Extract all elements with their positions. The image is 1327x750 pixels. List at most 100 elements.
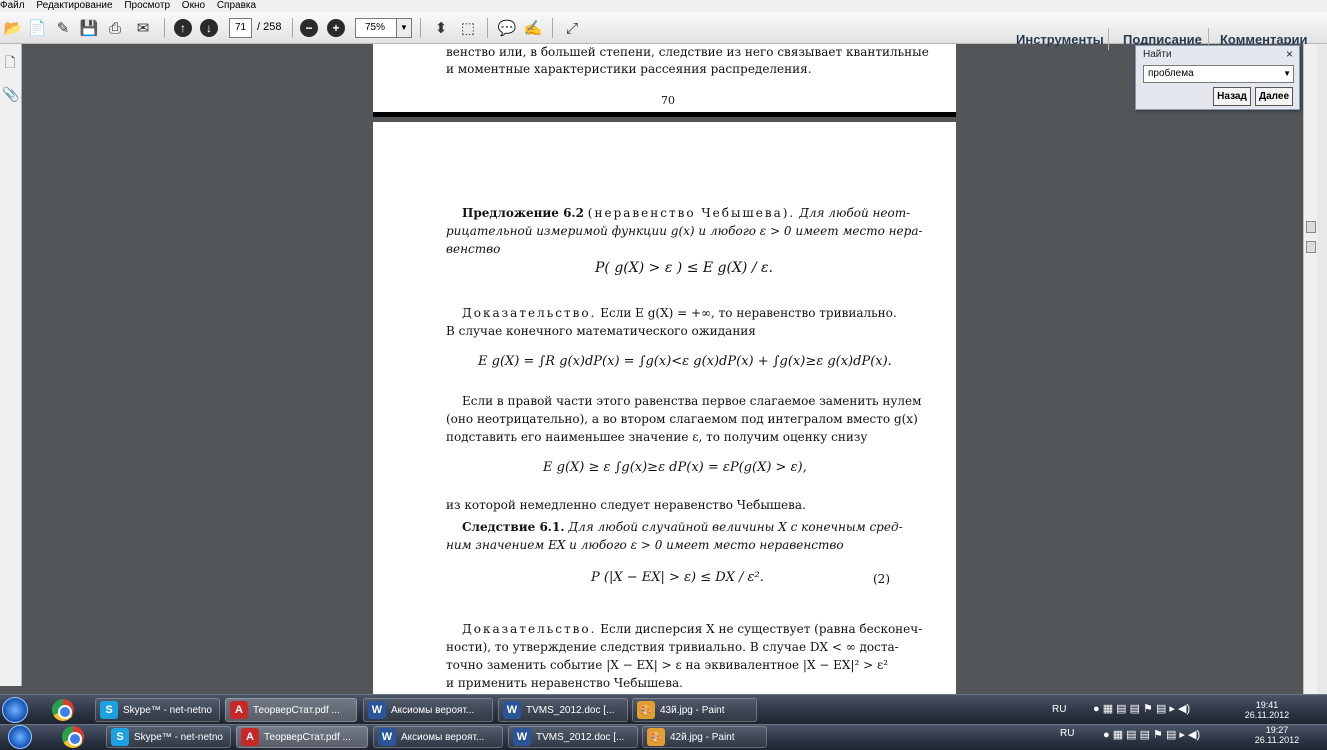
taskbar: S Skype™ - net-netno A ТеорверСтат.pdf .… <box>0 724 1327 750</box>
corollary-title: Следствие 6.1. <box>462 520 565 534</box>
pdf-icon: A <box>230 701 248 719</box>
formula-integral: E g(X) = ∫R g(x)dP(x) = ∫g(x)<ε g(x)dP(x… <box>478 354 892 369</box>
text-line: ности), то утверждение следствия тривиал… <box>446 640 899 654</box>
taskbar-item-word[interactable]: W TVMS_2012.doc [... <box>498 698 628 722</box>
previous-page-button[interactable]: ↑ <box>172 17 194 39</box>
document-page-previous: венство или, в большей степени, следстви… <box>373 44 956 117</box>
proof-label: Доказательство. <box>462 306 597 320</box>
taskbar-item-paint[interactable]: 🎨 43й.jpg - Paint <box>632 698 757 722</box>
text-line: Если в правой части этого равенства перв… <box>462 394 922 408</box>
text-line: и моментные характеристики рассеяния рас… <box>446 62 812 76</box>
task-label: Skype™ - net-netno <box>134 731 223 743</box>
language-indicator[interactable]: RU <box>1052 704 1066 715</box>
proposition-title: Предложение 6.2 <box>462 206 584 220</box>
menu-view[interactable]: Просмотр <box>124 0 170 11</box>
task-label: Skype™ - net-netno <box>123 704 212 716</box>
save-icon[interactable]: 💾 <box>78 17 100 39</box>
text-line: и применить неравенство Чебышева. <box>446 676 683 690</box>
skype-icon: S <box>111 728 129 746</box>
text-line: (оно неотрицательно), а во втором слагае… <box>446 412 918 426</box>
clock-date: 26.11.2012 <box>1254 735 1300 745</box>
formula-corollary: P (|X − EX| > ε) ≤ DX / ε². <box>591 570 764 585</box>
clock[interactable]: 19:27 26.11.2012 <box>1253 725 1301 745</box>
taskbar-item-paint[interactable]: 🎨 42й.jpg - Paint <box>642 726 767 748</box>
zoom-in-button[interactable]: + <box>325 17 347 39</box>
chrome-icon[interactable] <box>62 726 84 748</box>
menu-help[interactable]: Справка <box>217 0 256 11</box>
proof-text: Если дисперсия X не существует (равна бе… <box>600 622 923 636</box>
highlight-icon[interactable]: ✍ <box>522 17 544 39</box>
paint-icon: 🎨 <box>647 728 665 746</box>
zoom-select[interactable]: 75% ▼ <box>355 18 412 38</box>
menu-file[interactable]: Файл <box>0 0 25 11</box>
arrow-up-icon: ↑ <box>174 19 192 37</box>
language-indicator[interactable]: RU <box>1060 728 1074 739</box>
zoom-value: 75% <box>365 22 386 33</box>
clock-date: 26.11.2012 <box>1244 710 1290 720</box>
zoom-out-button[interactable]: − <box>298 17 320 39</box>
fit-width-icon[interactable]: ⬚ <box>457 17 479 39</box>
task-label: 42й.jpg - Paint <box>670 731 735 743</box>
paint-icon: 🎨 <box>637 701 655 719</box>
word-icon: W <box>378 728 396 746</box>
clock-time: 19:41 <box>1255 700 1279 710</box>
open-folder-icon[interactable]: 📂 <box>2 17 24 39</box>
taskbar-item-pdf[interactable]: A ТеорверСтат.pdf ... <box>236 726 368 748</box>
find-next-button[interactable]: Далее <box>1255 87 1293 106</box>
task-label: Аксиомы вероят... <box>391 704 475 716</box>
text-line: венство или, в большей степени, следстви… <box>446 45 929 59</box>
start-button[interactable] <box>8 725 32 749</box>
menu-edit[interactable]: Редактирование <box>36 0 112 11</box>
clock[interactable]: 19:41 26.11.2012 <box>1243 700 1291 720</box>
tray-icons[interactable]: ● ▦ ▤ ▤ ⚑ ▤ ▸ ◀) <box>1103 728 1200 741</box>
word-icon: W <box>503 701 521 719</box>
chevron-down-icon[interactable]: ▼ <box>1283 66 1291 82</box>
email-icon[interactable]: ✉ <box>132 17 154 39</box>
taskbar-item-word[interactable]: W Аксиомы вероят... <box>363 698 493 722</box>
formula-number: (2) <box>873 572 890 586</box>
close-icon[interactable]: × <box>1286 47 1293 61</box>
print-icon[interactable]: ⎙ <box>104 17 126 39</box>
expand-icon[interactable]: ⤢ <box>561 17 583 39</box>
proof-label: Доказательство. <box>462 622 597 636</box>
side-strip <box>1317 44 1327 694</box>
word-icon: W <box>368 701 386 719</box>
proof-text: Если E g(X) = +∞, то неравенство тривиал… <box>600 306 897 320</box>
tools-link[interactable]: Инструменты <box>1016 32 1104 47</box>
page-thumbnails-icon[interactable]: 🗋 <box>2 52 18 70</box>
page-total-label: / 258 <box>257 21 282 33</box>
find-back-button[interactable]: Назад <box>1213 87 1251 106</box>
scrollbar-thumb[interactable] <box>1306 221 1316 233</box>
attachments-icon[interactable]: 📎 <box>2 86 19 104</box>
edit-icon[interactable]: ✎ <box>52 17 74 39</box>
chrome-icon[interactable] <box>52 699 74 721</box>
clock-time: 19:27 <box>1265 725 1289 735</box>
find-input[interactable]: проблема ▼ <box>1143 65 1294 83</box>
taskbar-item-pdf[interactable]: A ТеорверСтат.pdf ... <box>225 698 357 722</box>
taskbar-item-word[interactable]: W Аксиомы вероят... <box>373 726 503 748</box>
next-page-button[interactable]: ↓ <box>198 17 220 39</box>
fit-page-icon[interactable]: ⬍ <box>430 17 452 39</box>
text-line: из которой немедленно следует неравенств… <box>446 498 806 512</box>
comment-icon[interactable]: 💬 <box>496 17 518 39</box>
start-button[interactable] <box>2 697 28 723</box>
find-query: проблема <box>1148 68 1194 79</box>
create-pdf-icon[interactable]: 📄 <box>26 17 48 39</box>
taskbar-item-word[interactable]: W TVMS_2012.doc [... <box>508 726 638 748</box>
taskbar-item-skype[interactable]: S Skype™ - net-netno <box>106 726 231 748</box>
taskbar-item-skype[interactable]: S Skype™ - net-netno <box>95 698 220 722</box>
formula-chebyshev: P( g(X) > ε ) ≤ E g(X) / ε. <box>595 260 773 276</box>
corollary-text: Для любой случайной величины X с конечны… <box>568 520 903 534</box>
page-number: 70 <box>661 94 675 107</box>
chevron-down-icon[interactable]: ▼ <box>396 19 411 37</box>
tray-icons[interactable]: ● ▦ ▤ ▤ ⚑ ▤ ▸ ◀) <box>1093 702 1190 715</box>
scrollbar-thumb[interactable] <box>1306 241 1316 253</box>
toolbar-divider <box>164 18 165 38</box>
toolbar-divider <box>292 18 293 38</box>
menu-window[interactable]: Окно <box>182 0 205 11</box>
task-label: ТеорверСтат.pdf ... <box>264 731 351 743</box>
vertical-scrollbar[interactable] <box>1303 44 1317 694</box>
page-number-input[interactable]: 71 <box>229 18 252 38</box>
task-label: ТеорверСтат.pdf ... <box>253 704 340 716</box>
task-label: Аксиомы вероят... <box>401 731 485 743</box>
